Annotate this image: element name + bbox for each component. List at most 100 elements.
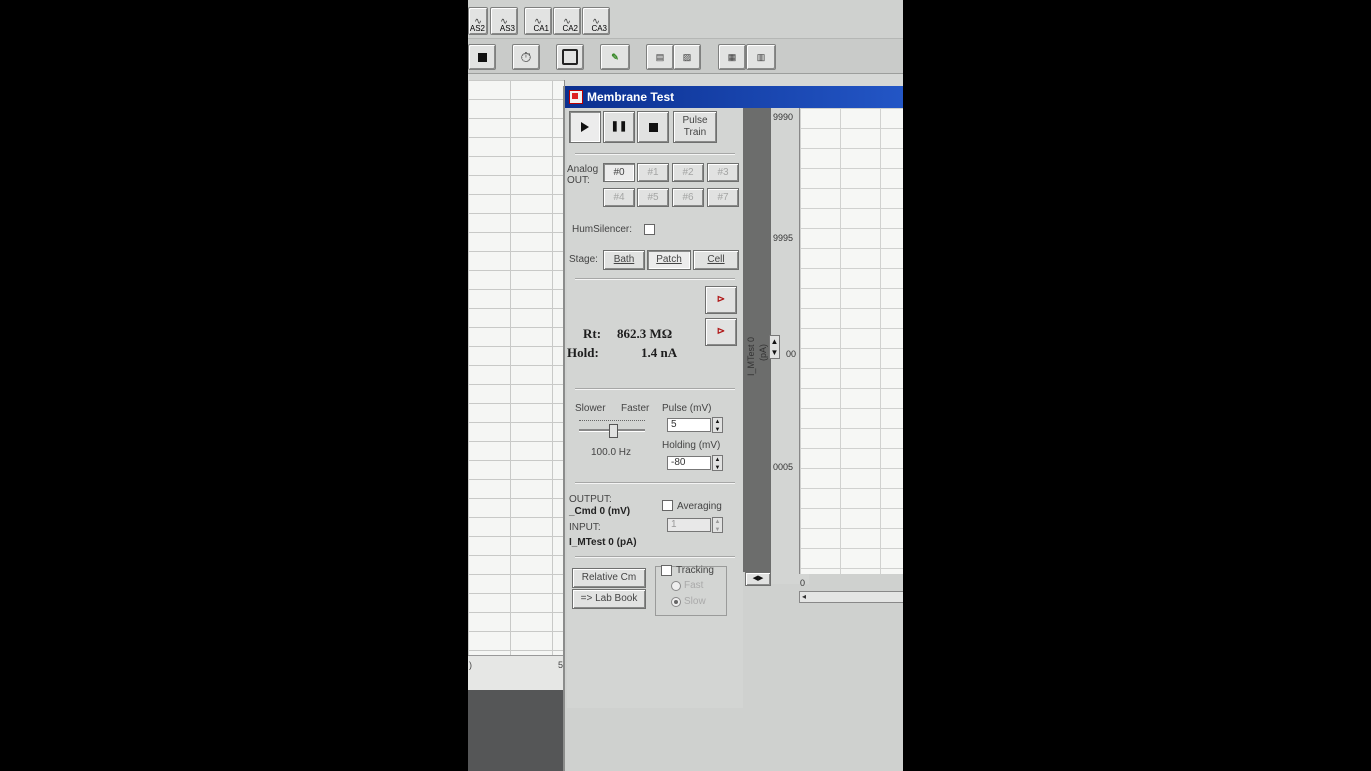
analog-out-channel-4[interactable]: #4 [603, 188, 635, 207]
toolbar-button-as2-label: AS2 [469, 24, 485, 33]
amplifier-button[interactable]: ▦ [718, 44, 746, 70]
tracking-slow-label: Slow [684, 596, 706, 607]
averaging-checkbox[interactable] [662, 500, 673, 511]
pulse-train-button[interactable]: Pulse Train [673, 111, 717, 143]
tracking-label: Tracking [676, 565, 714, 576]
analog-out-channel-2[interactable]: #2 [672, 163, 704, 182]
control-panel: ❚❚ Pulse Train Analog OUT: #0 #1 #2 #3 #… [567, 108, 743, 708]
hold-value: 1.4 nA [641, 345, 678, 360]
toolbar-secondary: ⏱ ✎ ▤ ▨ ▦ ▥ [468, 38, 903, 74]
spreadsheet-footer-left: ) [469, 660, 472, 670]
pulse-label: Pulse (mV) [662, 403, 712, 414]
toolbar-button-as3-label: AS3 [499, 24, 515, 33]
title-bar[interactable]: Membrane Test [565, 86, 903, 108]
divider [575, 153, 735, 155]
stopwatch-button[interactable]: ⏱ [512, 44, 540, 70]
input-label: INPUT: [569, 522, 601, 533]
analog-out-channel-0[interactable]: #0 [603, 163, 635, 182]
pulse-input[interactable]: 5 [667, 418, 711, 432]
analog-out-channel-6[interactable]: #6 [672, 188, 704, 207]
stage-bath-button[interactable]: Bath [603, 250, 645, 270]
toolbar-button-ca2-label: CA2 [562, 24, 578, 33]
hum-silencer-label: HumSilencer: [572, 224, 633, 235]
hum-silencer-checkbox[interactable] [644, 224, 655, 235]
x-scroll-arrows[interactable]: ◀▶ [745, 572, 771, 586]
stop-icon [477, 52, 487, 62]
toolbar-button-as3[interactable]: ∿ AS3 [490, 7, 518, 35]
stop-button[interactable] [637, 111, 669, 143]
y-tick-00: 00 [786, 349, 797, 359]
scope-plot[interactable] [799, 108, 903, 574]
y-axis-unit: (pA) [758, 343, 768, 361]
save-protocol-button[interactable]: ▤ [646, 44, 674, 70]
pulse-stepper[interactable]: ▲ ▼ [712, 417, 723, 433]
scroll-left-icon: ◂ [802, 592, 807, 601]
seal-test-icon: ✎ [611, 51, 619, 62]
autoscale-trace-icon: ⊳ [716, 326, 726, 337]
holding-stepper[interactable]: ▲ ▼ [712, 455, 723, 471]
tracking-checkbox[interactable] [661, 565, 672, 576]
output-label: OUTPUT: [569, 494, 612, 505]
stop-icon [648, 122, 658, 132]
slider-thumb[interactable] [609, 424, 618, 438]
analog-out-channel-3[interactable]: #3 [707, 163, 739, 182]
toolbar-button-ca1-label: CA1 [533, 24, 549, 33]
analog-out-label: Analog OUT: [567, 164, 598, 186]
rate-slider[interactable] [579, 420, 645, 438]
stop-button[interactable] [468, 44, 496, 70]
x-scrollbar[interactable]: ◂ [799, 591, 903, 603]
stage-patch-button[interactable]: Patch [647, 250, 691, 270]
tracking-fast-label: Fast [684, 580, 704, 591]
scope-autoscale-button[interactable]: ⊳ [705, 318, 737, 346]
analog-out-label-1: Analog [567, 164, 599, 175]
holding-label: Holding (mV) [662, 440, 721, 451]
stopwatch-icon: ⏱ [520, 48, 532, 65]
analog-out-label-2: OUT: [567, 175, 590, 186]
spreadsheet-footer: ) 5 [468, 655, 564, 691]
amplifier-icon: ▦ [727, 51, 737, 62]
rate-value: 100.0 Hz [591, 447, 632, 458]
stage-label: Stage: [569, 254, 598, 265]
averaging-stepper[interactable]: ▲ ▼ [712, 517, 723, 533]
tracking-slow-radio[interactable] [671, 597, 681, 607]
spreadsheet-grid[interactable] [468, 80, 565, 670]
seal-test-button[interactable]: ✎ [600, 44, 630, 70]
hold-label: Hold: [567, 345, 599, 360]
digitizer-button[interactable]: ▥ [746, 44, 776, 70]
chip-button[interactable] [556, 44, 584, 70]
relative-cm-button[interactable]: Relative Cm [572, 568, 646, 588]
analog-out-channel-5[interactable]: #5 [637, 188, 669, 207]
toolbar-button-ca2[interactable]: ∿ CA2 [553, 7, 581, 35]
y-axis-label: I_MTest 0 [746, 336, 756, 376]
window-title: Membrane Test [587, 90, 675, 104]
input-value: I_MTest 0 (pA) [569, 537, 637, 548]
play-icon [581, 122, 589, 132]
toolbar-top: ∿ AS2 ∿ AS3 ∿ CA1 ∿ CA2 ∿ CA3 [468, 0, 903, 38]
y-scale-stepper[interactable]: ▲ ▼ [769, 335, 780, 359]
pause-button[interactable]: ❚❚ [603, 111, 635, 143]
averaging-label: Averaging [677, 501, 722, 512]
averaging-count-input[interactable]: 1 [667, 518, 711, 532]
output-value: _Cmd 0 (mV) [569, 506, 631, 517]
tracking-fast-radio[interactable] [671, 581, 681, 591]
lab-book-button[interactable]: => Lab Book [572, 589, 646, 609]
analog-out-channel-1[interactable]: #1 [637, 163, 669, 182]
holding-input[interactable]: -80 [667, 456, 711, 470]
pause-icon: ❚❚ [610, 121, 628, 132]
membrane-test-window: Membrane Test ❚❚ Pulse Train Analog OUT: [563, 86, 903, 771]
pulse-train-label-1: Pulse [682, 115, 708, 126]
toolbar-button-ca1[interactable]: ∿ CA1 [524, 7, 552, 35]
scope-zoom-button[interactable]: ⊳ [705, 286, 737, 314]
toolbar-button-as2[interactable]: ∿ AS2 [468, 7, 488, 35]
open-protocol-button[interactable]: ▨ [673, 44, 701, 70]
analog-out-channel-7[interactable]: #7 [707, 188, 739, 207]
divider [575, 482, 735, 484]
toolbar-button-ca3[interactable]: ∿ CA3 [582, 7, 610, 35]
zoom-trace-icon: ⊳ [716, 294, 726, 305]
disk-icon: ▤ [655, 51, 665, 62]
stage-cell-button[interactable]: Cell [693, 250, 739, 270]
play-button[interactable] [569, 111, 601, 143]
y-tick-9995: 9995 [773, 233, 794, 243]
toolbar-button-ca3-label: CA3 [591, 24, 607, 33]
x-tick-0: 0 [800, 578, 806, 588]
